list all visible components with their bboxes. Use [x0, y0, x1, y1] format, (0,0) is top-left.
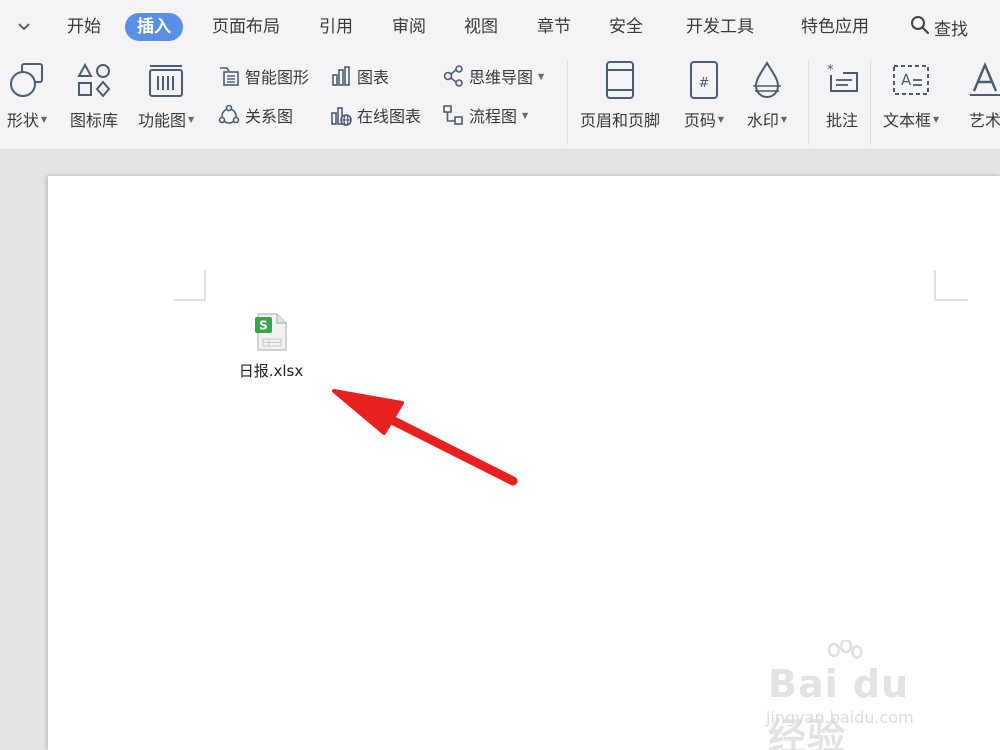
comment-icon: *	[821, 59, 863, 101]
relation-chart-icon	[218, 104, 240, 126]
sheet-badge-letter: S	[259, 319, 268, 333]
online-chart-label: 在线图表	[357, 107, 422, 126]
dropdown-caret-icon: ▼	[188, 114, 195, 124]
tab-section[interactable]: 章节	[537, 13, 571, 41]
watermark-brand: Bai du 经验	[768, 662, 910, 750]
tab-references[interactable]: 引用	[319, 13, 353, 41]
spreadsheet-file-icon: S	[255, 313, 287, 351]
text-box-label: 文本框	[883, 111, 932, 130]
watermark-url: jingyan.baidu.com	[766, 708, 914, 727]
dropdown-caret-icon: ▼	[717, 114, 725, 124]
art-text-button[interactable]: 艺术	[964, 59, 1000, 131]
collapse-menu-icon[interactable]	[14, 15, 34, 39]
header-footer-button[interactable]: 页眉和页脚	[580, 59, 660, 131]
insert-ribbon: 形状 ▼ 图标库 功能图 ▼ 智能图形 关系图 图表 在线图表 思维导图 ▼ 流…	[0, 55, 1000, 150]
text-box-button[interactable]: A 文本框 ▼	[883, 59, 939, 131]
watermark-label: 水印	[746, 111, 779, 130]
mind-map-label: 思维导图	[469, 68, 534, 87]
comment-label: 批注	[825, 111, 858, 130]
page-number-icon: #	[683, 59, 725, 101]
mind-map-icon	[442, 65, 464, 87]
ribbon-separator	[870, 61, 871, 145]
online-chart-button[interactable]: 在线图表	[330, 102, 421, 128]
ribbon-separator	[567, 61, 568, 145]
margin-corner-top-right	[934, 270, 968, 301]
smart-shape-label: 智能图形	[245, 68, 310, 87]
dropdown-caret-icon: ▼	[780, 114, 788, 124]
function-chart-button[interactable]: 功能图 ▼	[138, 59, 194, 131]
art-text-label: 艺术	[968, 111, 1000, 130]
relation-chart-button[interactable]: 关系图	[218, 102, 293, 128]
search-button[interactable]: 查找	[910, 13, 968, 41]
dropdown-caret-icon: ▼	[40, 114, 48, 124]
icon-library-icon	[73, 59, 115, 101]
tab-developer-tools[interactable]: 开发工具	[686, 13, 754, 41]
baidu-jingyan-watermark: Bai du 经验 jingyan.baidu.com	[762, 640, 962, 750]
tab-page-layout[interactable]: 页面布局	[212, 13, 280, 41]
text-box-icon: A	[890, 59, 932, 101]
smart-shape-button[interactable]: 智能图形	[218, 63, 309, 89]
dropdown-caret-icon: ▼	[538, 71, 545, 81]
svg-text:A: A	[901, 71, 912, 89]
search-label: 查找	[934, 19, 968, 40]
margin-corner-top-left	[174, 270, 206, 301]
tab-view[interactable]: 视图	[464, 13, 498, 41]
dropdown-caret-icon: ▼	[522, 110, 529, 120]
bar-chart-icon	[330, 65, 352, 87]
comment-button[interactable]: * 批注	[821, 59, 863, 131]
smart-shape-icon	[218, 65, 240, 87]
flowchart-icon	[442, 104, 464, 126]
chart-label: 图表	[357, 68, 390, 87]
watermark-button[interactable]: 水印 ▼	[746, 59, 788, 131]
online-chart-icon	[330, 104, 352, 126]
art-text-icon	[964, 59, 1000, 101]
attachment-filename: 日报.xlsx	[238, 362, 304, 380]
header-footer-icon	[599, 59, 641, 101]
menu-bar: 开始 插入 页面布局 引用 审阅 视图 章节 安全 开发工具 特色应用 查找	[0, 0, 1000, 55]
tab-security[interactable]: 安全	[609, 13, 643, 41]
shapes-icon	[6, 59, 48, 101]
dropdown-caret-icon: ▼	[933, 114, 940, 124]
chart-button[interactable]: 图表	[330, 63, 389, 89]
svg-text:#: #	[699, 76, 710, 91]
mind-map-button[interactable]: 思维导图 ▼	[442, 63, 544, 89]
page-number-button[interactable]: # 页码 ▼	[683, 59, 725, 131]
shapes-button[interactable]: 形状 ▼	[6, 59, 48, 131]
function-chart-label: 功能图	[138, 111, 187, 130]
embedded-file-attachment[interactable]: S 日报.xlsx	[236, 312, 306, 381]
header-footer-label: 页眉和页脚	[580, 111, 661, 130]
page-number-label: 页码	[683, 111, 716, 130]
flowchart-label: 流程图	[469, 107, 518, 126]
function-chart-icon	[145, 59, 187, 101]
search-icon	[910, 15, 930, 40]
tab-review[interactable]: 审阅	[392, 13, 426, 41]
ribbon-separator	[808, 61, 809, 145]
shapes-label: 形状	[6, 111, 39, 130]
tab-insert[interactable]: 插入	[125, 13, 183, 41]
flowchart-button[interactable]: 流程图 ▼	[442, 102, 528, 128]
water-drop-icon	[746, 59, 788, 101]
tab-special-apps[interactable]: 特色应用	[801, 13, 869, 41]
relation-chart-label: 关系图	[245, 107, 294, 126]
icon-library-button[interactable]: 图标库	[70, 59, 118, 131]
tab-home[interactable]: 开始	[67, 13, 101, 41]
icon-library-label: 图标库	[70, 111, 119, 130]
